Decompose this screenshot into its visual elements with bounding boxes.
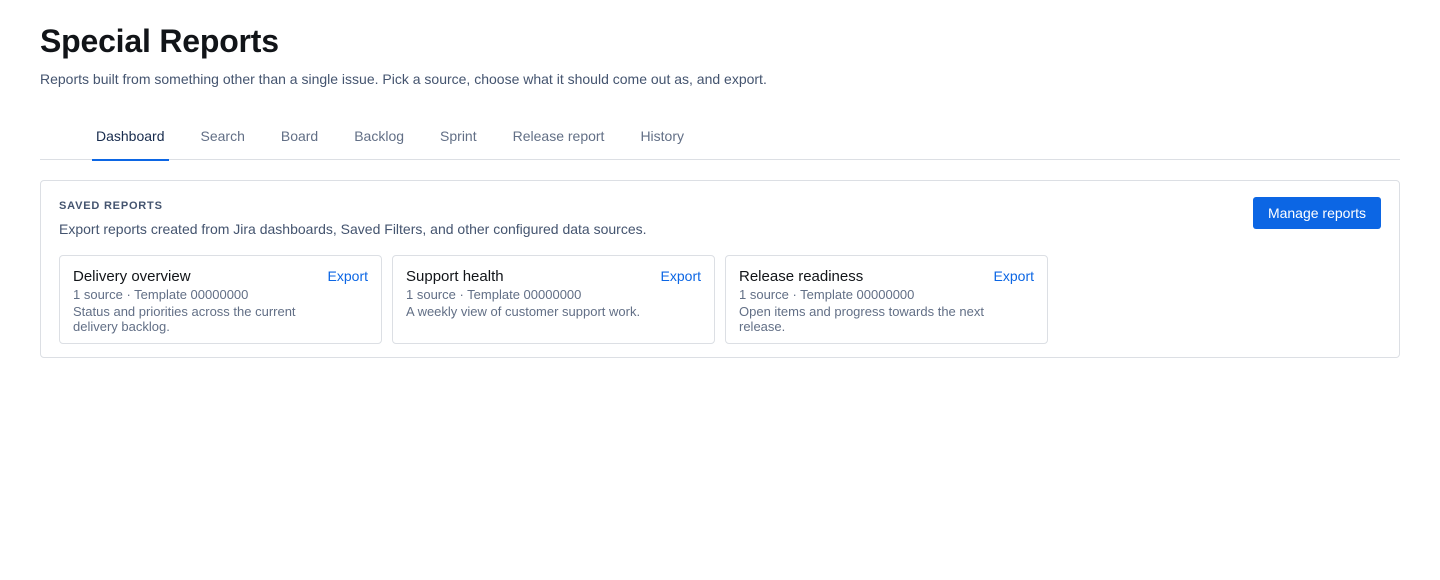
report-card-title: Release readiness <box>739 268 864 285</box>
export-button[interactable]: Export <box>661 268 701 284</box>
report-card-release-readiness: Release readiness Export 1 source · Temp… <box>725 255 1048 344</box>
export-button[interactable]: Export <box>994 268 1034 284</box>
report-card-description: Open items and progress towards the next… <box>739 304 984 334</box>
saved-reports-heading: SAVED REPORTS <box>59 200 163 212</box>
tab-history[interactable]: History <box>636 112 688 160</box>
tab-sprint[interactable]: Sprint <box>436 112 481 160</box>
saved-reports-description: Export reports created from Jira dashboa… <box>59 221 647 237</box>
tab-bar: Dashboard Search Board Backlog Sprint Re… <box>40 112 1400 161</box>
tab-dashboard[interactable]: Dashboard <box>92 112 169 161</box>
report-card-meta: 1 source · Template 00000000 <box>739 287 915 302</box>
report-card-title: Delivery overview <box>73 268 191 285</box>
report-card-list: Delivery overview Export 1 source · Temp… <box>59 255 1381 344</box>
report-card-description: A weekly view of customer support work. <box>406 304 641 319</box>
tab-backlog[interactable]: Backlog <box>350 112 408 160</box>
saved-reports-panel: SAVED REPORTS Export reports created fro… <box>40 180 1400 358</box>
tab-release-report[interactable]: Release report <box>509 112 609 160</box>
report-card-description: Status and priorities across the current… <box>73 304 296 334</box>
report-card-support-health: Support health Export 1 source · Templat… <box>392 255 715 344</box>
tab-search[interactable]: Search <box>197 112 249 160</box>
export-button[interactable]: Export <box>328 268 368 284</box>
report-card-title: Support health <box>406 268 504 285</box>
special-reports-page: Special Reports Reports built from somet… <box>0 0 1440 580</box>
report-card-meta: 1 source · Template 00000000 <box>73 287 249 302</box>
tab-board[interactable]: Board <box>277 112 322 160</box>
report-card-meta: 1 source · Template 00000000 <box>406 287 582 302</box>
page-subtitle: Reports built from something other than … <box>40 71 767 87</box>
manage-reports-button[interactable]: Manage reports <box>1252 197 1381 229</box>
report-card-delivery-overview: Delivery overview Export 1 source · Temp… <box>59 255 382 344</box>
page-title: Special Reports <box>40 23 279 59</box>
